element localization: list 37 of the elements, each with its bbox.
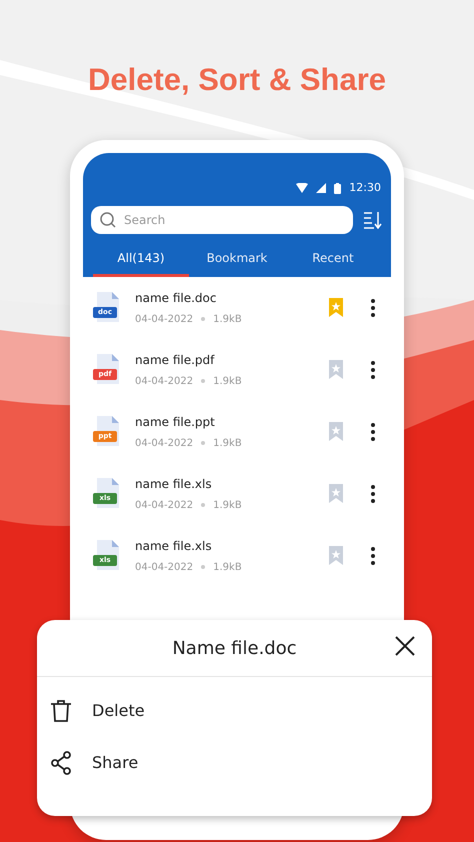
file-date: 04-04-2022 bbox=[135, 560, 194, 574]
sort-icon[interactable] bbox=[363, 210, 383, 228]
more-icon[interactable] bbox=[371, 546, 375, 564]
file-name: name file.xls bbox=[135, 538, 213, 554]
sheet-action[interactable]: Delete bbox=[37, 685, 432, 737]
sheet-action[interactable]: Share bbox=[37, 737, 432, 789]
tab[interactable]: All(143) bbox=[93, 242, 189, 276]
file-name: name file.xls bbox=[135, 476, 213, 492]
file-size: 1.9kB bbox=[213, 498, 242, 512]
file-size: 1.9kB bbox=[213, 436, 242, 450]
wifi-icon bbox=[296, 183, 308, 194]
file-size: 1.9kB bbox=[213, 374, 242, 388]
file-date: 04-04-2022 bbox=[135, 374, 194, 388]
trash-icon bbox=[50, 699, 72, 723]
status-time: 12:30 bbox=[349, 180, 381, 196]
sheet-title: Name file.doc bbox=[172, 636, 297, 660]
search-icon bbox=[100, 212, 116, 228]
more-icon[interactable] bbox=[371, 298, 375, 316]
file-size: 1.9kB bbox=[213, 560, 242, 574]
more-icon[interactable] bbox=[371, 484, 375, 502]
file-name: name file.ppt bbox=[135, 414, 216, 430]
search-field[interactable]: Search bbox=[91, 206, 353, 234]
battery-icon bbox=[334, 182, 342, 194]
tab[interactable]: Bookmark bbox=[189, 242, 285, 276]
share-icon bbox=[50, 751, 72, 775]
headline: Delete, Sort & Share bbox=[88, 61, 386, 99]
file-date: 04-04-2022 bbox=[135, 498, 194, 512]
more-icon[interactable] bbox=[371, 360, 375, 378]
more-icon[interactable] bbox=[371, 422, 375, 440]
close-icon[interactable] bbox=[395, 636, 415, 656]
tab[interactable]: Recent bbox=[285, 242, 381, 276]
signal-icon bbox=[316, 183, 326, 194]
file-size: 1.9kB bbox=[213, 312, 242, 326]
file-name: name file.pdf bbox=[135, 352, 216, 368]
file-name: name file.doc bbox=[135, 290, 218, 306]
file-date: 04-04-2022 bbox=[135, 312, 194, 326]
file-date: 04-04-2022 bbox=[135, 436, 194, 450]
